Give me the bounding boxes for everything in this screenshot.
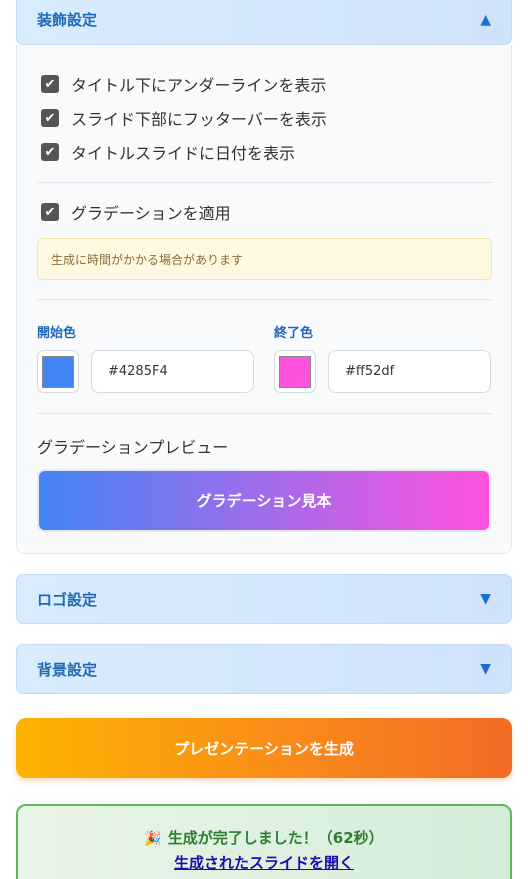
- time-notice: 生成に時間がかかる場合があります: [37, 238, 492, 280]
- gradient-checkbox-row[interactable]: ✔ グラデーションを適用: [41, 200, 231, 224]
- collapse-arrow-icon: ▲: [480, 11, 491, 28]
- divider: [37, 182, 492, 183]
- underline-checkbox-row[interactable]: ✔ タイトル下にアンダーラインを表示: [41, 72, 326, 96]
- success-message: 🎉 生成が完了しました！（62秒）: [18, 827, 510, 848]
- background-section-title: 背景設定: [37, 660, 98, 679]
- gradient-preview: グラデーション見本: [37, 469, 491, 532]
- decoration-section-body: ✔ タイトル下にアンダーラインを表示 ✔ スライド下部にフッターバーを表示 ✔ …: [16, 45, 512, 554]
- end-color-label: 終了色: [274, 326, 314, 341]
- footer-bar-checkbox-row[interactable]: ✔ スライド下部にフッターバーを表示: [41, 106, 327, 130]
- start-color-input[interactable]: [91, 350, 254, 393]
- decoration-section-header[interactable]: 装飾設定 ▲: [16, 0, 512, 45]
- end-color-input[interactable]: [328, 350, 491, 393]
- footer-bar-checkbox[interactable]: ✔: [41, 109, 59, 127]
- date-checkbox[interactable]: ✔: [41, 143, 59, 161]
- logo-section-title: ロゴ設定: [37, 590, 98, 609]
- start-color-swatch: [42, 355, 74, 388]
- gradient-preview-text: グラデーション見本: [196, 492, 332, 510]
- expand-arrow-icon: ▼: [480, 661, 491, 677]
- background-section-header[interactable]: 背景設定 ▼: [16, 644, 512, 694]
- gradient-checkbox[interactable]: ✔: [41, 203, 59, 221]
- date-checkbox-row[interactable]: ✔ タイトルスライドに日付を表示: [41, 140, 295, 164]
- footer-bar-checkbox-label: スライド下部にフッターバーを表示: [71, 110, 327, 129]
- underline-checkbox-label: タイトル下にアンダーラインを表示: [71, 76, 327, 95]
- start-color-picker[interactable]: [37, 350, 79, 393]
- success-message-box: 🎉 生成が完了しました！（62秒） 生成されたスライドを開く: [16, 804, 512, 879]
- party-popper-icon: 🎉: [144, 831, 162, 847]
- gradient-preview-label: グラデーションプレビュー: [37, 438, 229, 457]
- expand-arrow-icon: ▼: [480, 591, 491, 607]
- logo-section-header[interactable]: ロゴ設定 ▼: [16, 574, 512, 624]
- divider: [37, 299, 492, 300]
- date-checkbox-label: タイトルスライドに日付を表示: [71, 144, 296, 163]
- end-color-picker[interactable]: [274, 350, 316, 393]
- open-slides-link[interactable]: 生成されたスライドを開く: [174, 852, 354, 873]
- start-color-label: 開始色: [37, 326, 77, 341]
- success-text: 生成が完了しました！（62秒）: [167, 829, 384, 847]
- gradient-checkbox-label: グラデーションを適用: [71, 204, 231, 223]
- decoration-section-title: 装飾設定: [37, 11, 98, 29]
- generate-presentation-button[interactable]: プレゼンテーションを生成: [16, 718, 512, 778]
- end-color-swatch: [279, 355, 311, 388]
- underline-checkbox[interactable]: ✔: [41, 75, 59, 93]
- divider: [37, 413, 492, 414]
